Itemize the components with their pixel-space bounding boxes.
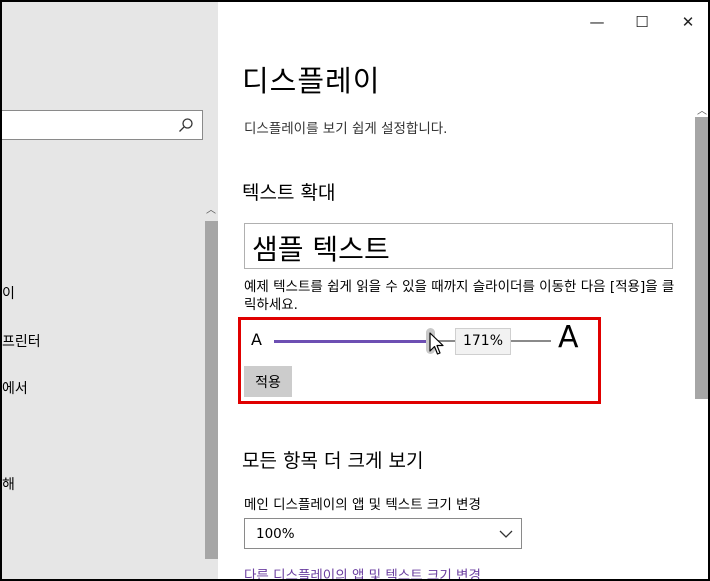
other-display-scale-link[interactable]: 다른 디스플레이의 앱 및 텍스트 크기 변경 [244,564,481,579]
page-title: 디스플레이 [242,64,381,98]
content-scrollbar-thumb[interactable] [695,117,708,399]
close-button[interactable]: ✕ [678,12,698,32]
scale-dropdown[interactable]: 100% [244,518,522,549]
nav-item-fourth[interactable]: 해 [2,474,15,494]
nav-item-third[interactable]: 에서 [2,378,28,398]
nav-item-printer[interactable]: 프린터 [2,331,41,351]
mouse-cursor-icon [429,332,444,355]
search-icon[interactable] [178,117,194,133]
chevron-down-icon [499,530,513,538]
scale-dropdown-value: 100% [256,526,295,542]
slider-highlight-box [238,317,601,404]
slider-track-filled[interactable] [274,340,428,343]
minimize-button[interactable]: — [587,12,607,32]
search-input[interactable] [2,110,203,140]
slider-max-label: A [558,320,579,355]
scale-label: 메인 디스플레이의 앱 및 텍스트 크기 변경 [244,497,481,513]
sample-text: 샘플 텍스트 [252,233,390,266]
page-description: 디스플레이를 보기 쉽게 설정합니다. [244,121,448,137]
maximize-button[interactable]: ☐ [632,12,652,32]
nav-item-display[interactable]: 이 [2,283,15,303]
nav-scrollbar[interactable] [205,221,218,559]
text-size-heading: 텍스트 확대 [242,182,336,204]
sample-text-box: 샘플 텍스트 [244,223,673,269]
slider-value-tooltip: 171% [455,328,511,355]
scale-heading: 모든 항목 더 크게 보기 [242,450,424,472]
slider-min-label: A [251,330,262,349]
nav-scroll-up-icon[interactable]: ︿ [205,205,217,217]
apply-button[interactable]: 적용 [244,366,292,397]
slider-instruction: 예제 텍스트를 쉽게 읽을 수 있을 때까지 슬라이더를 이동한 다음 [적용]… [244,279,675,313]
settings-window: 이 프린터 에서 해 ︿ — ☐ ✕ 디스플레이 디스플레이를 보기 쉽게 설정… [0,0,710,581]
content-pane: — ☐ ✕ 디스플레이 디스플레이를 보기 쉽게 설정합니다. 텍스트 확대 샘… [218,2,708,579]
content-scroll-up-icon[interactable]: ︿ [696,102,708,117]
navigation-pane: 이 프린터 에서 해 ︿ [2,2,218,579]
